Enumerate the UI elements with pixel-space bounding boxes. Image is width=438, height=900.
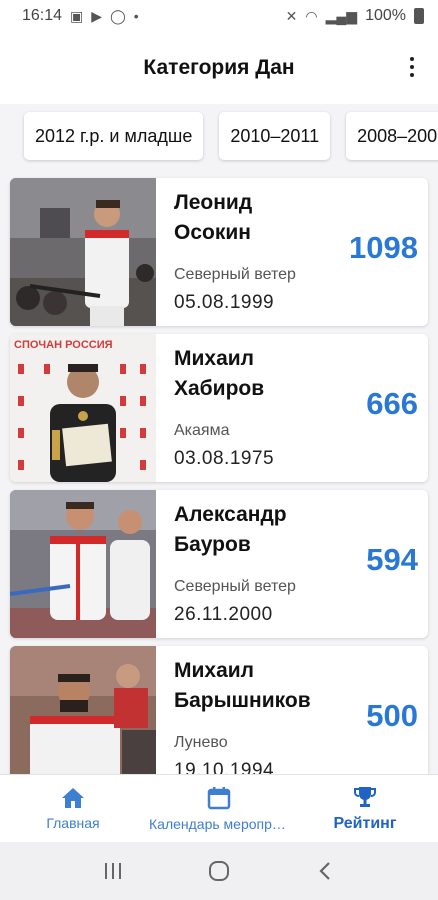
- home-system-button[interactable]: [199, 851, 239, 891]
- back-button[interactable]: [305, 851, 345, 891]
- trophy-icon: [354, 786, 376, 807]
- athlete-last-name: Барышников: [174, 689, 311, 712]
- athlete-last-name: Хабиров: [174, 377, 265, 400]
- athlete-card[interactable]: Леонид Осокин Северный ветер 05.08.1999 …: [10, 178, 428, 326]
- athlete-card[interactable]: Александр Бауров Северный ветер 26.11.20…: [10, 490, 428, 638]
- athlete-club: Северный ветер: [174, 266, 296, 283]
- athlete-rating-list: Леонид Осокин Северный ветер 05.08.1999 …: [0, 174, 438, 774]
- athlete-score: 500: [366, 698, 418, 733]
- system-navigation-bar: [0, 842, 438, 900]
- status-time: 16:14: [22, 7, 63, 24]
- nav-calendar[interactable]: Календарь мероприятий: [146, 775, 292, 842]
- athlete-name: Леонид Осокин: [174, 188, 324, 248]
- athlete-birth-date: 19.10.1994: [174, 760, 275, 774]
- mute-icon: ✕: [285, 7, 298, 24]
- athlete-birth-date: 05.08.1999: [174, 292, 275, 313]
- athlete-birth-date: 26.11.2000: [174, 604, 273, 625]
- image-notification-icon: ▣: [70, 7, 84, 24]
- battery-icon: [414, 8, 424, 24]
- athlete-name: Михаил Барышников: [174, 656, 324, 716]
- back-icon: [319, 862, 330, 880]
- app-bar: Категория Дан: [0, 32, 438, 104]
- filter-chip[interactable]: 2010–2011: [219, 112, 331, 160]
- play-notification-icon: ▶: [91, 7, 103, 24]
- athlete-first-name: Александр: [174, 503, 287, 526]
- athlete-last-name: Осокин: [174, 221, 251, 244]
- nav-rating[interactable]: Рейтинг: [292, 775, 438, 842]
- signal-icon: ▂▄▆: [325, 7, 358, 24]
- filter-chip[interactable]: 2012 г.р. и младше: [24, 112, 204, 160]
- athlete-birth-date: 03.08.1975: [174, 448, 275, 469]
- athlete-first-name: Михаил: [174, 659, 255, 682]
- page-title: Категория Дан: [143, 56, 295, 79]
- athlete-photo: [10, 490, 156, 638]
- battery-percent: 100%: [365, 7, 406, 24]
- recent-apps-icon: [105, 863, 121, 879]
- bottom-navigation: Главная Календарь мероприятий Рейтинг: [0, 774, 438, 842]
- athlete-club: Акаяма: [174, 422, 230, 439]
- age-filter-chips: 2012 г.р. и младше 2010–2011 2008–2009: [0, 104, 438, 170]
- athlete-score: 1098: [349, 230, 418, 265]
- nav-home[interactable]: Главная: [0, 775, 146, 842]
- nav-home-label: Главная: [46, 814, 100, 831]
- athlete-first-name: Михаил: [174, 347, 255, 370]
- nav-rating-label: Рейтинг: [333, 814, 397, 832]
- athlete-photo: СПОЧАН РОССИЯ: [10, 334, 156, 482]
- athlete-club: Северный ветер: [174, 578, 296, 595]
- athlete-score: 666: [366, 386, 418, 421]
- athlete-card[interactable]: СПОЧАН РОССИЯ Михаил Хабиров Акаяма 03.0…: [10, 334, 428, 482]
- athlete-name: Александр Бауров: [174, 500, 324, 560]
- athlete-last-name: Бауров: [174, 533, 251, 556]
- home-circle-icon: [209, 861, 229, 881]
- athlete-club: Лунево: [174, 734, 228, 751]
- calendar-icon: [207, 786, 231, 809]
- dot-notification-icon: •: [133, 8, 139, 24]
- athlete-card[interactable]: Михаил Барышников Лунево 19.10.1994 500: [10, 646, 428, 774]
- whatsapp-notification-icon: ◯: [110, 7, 126, 24]
- recent-apps-button[interactable]: [93, 851, 133, 891]
- home-icon: [62, 787, 84, 808]
- wifi-icon: ◠: [305, 7, 318, 24]
- status-bar: 16:14 ▣ ▶ ◯ • ✕ ◠ ▂▄▆ 100%: [0, 0, 438, 32]
- photo-banner-text: СПОЧАН РОССИЯ: [14, 339, 113, 351]
- athlete-score: 594: [366, 542, 418, 577]
- nav-calendar-label: Календарь мероприятий: [149, 815, 289, 832]
- athlete-photo: [10, 178, 156, 326]
- athlete-first-name: Леонид: [174, 191, 253, 214]
- athlete-photo: [10, 646, 156, 774]
- athlete-name: Михаил Хабиров: [174, 344, 324, 404]
- filter-chip[interactable]: 2008–2009: [346, 112, 438, 160]
- overflow-menu-icon[interactable]: [402, 52, 422, 82]
